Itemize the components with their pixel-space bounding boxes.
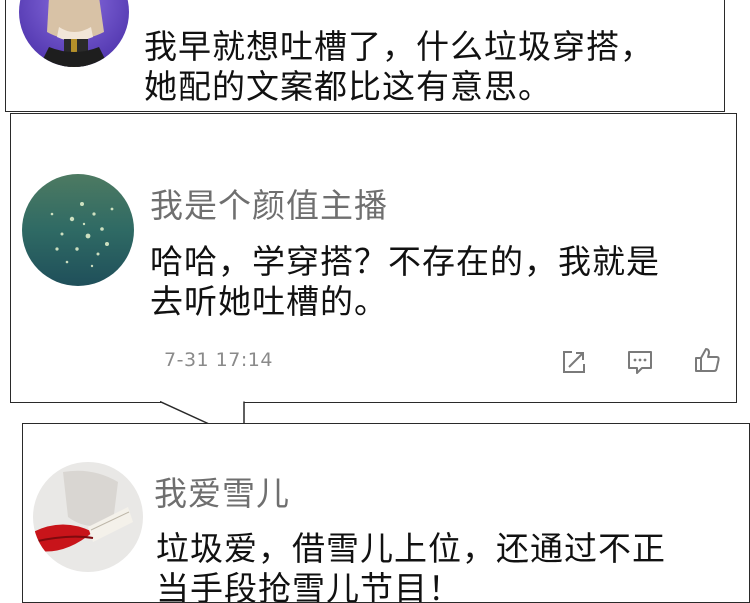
comment-text-line: 去听她吐槽的。: [150, 282, 388, 321]
comment-text-line: 我早就想吐槽了，什么垃圾穿搭，: [144, 27, 654, 66]
user-avatar[interactable]: [22, 174, 134, 286]
comment-text-line: 哈哈，学穿搭？不存在的，我就是: [150, 242, 660, 281]
reply-button[interactable]: [625, 347, 655, 377]
comment-text-line: 当手段抢雪儿节目！: [156, 569, 462, 603]
reply-icon: [628, 351, 652, 374]
comment-text: 哈哈，学穿搭？不存在的，我就是 去听她吐槽的。: [150, 242, 660, 322]
red-lips-avatar-icon: [33, 462, 143, 572]
like-icon: [695, 348, 720, 372]
username[interactable]: 我是个颜值主播: [150, 179, 388, 227]
user-avatar[interactable]: [33, 462, 143, 572]
sparkling-water-avatar-icon: [22, 174, 134, 286]
comment-text: 垃圾爱，借雪儿上位，还通过不正 当手段抢雪儿节目！: [156, 529, 666, 603]
comment-card-1: 我早就想吐槽了，什么垃圾穿搭， 她配的文案都比这有意思。: [5, 0, 725, 112]
comment-text: 我早就想吐槽了，什么垃圾穿搭， 她配的文案都比这有意思。: [144, 27, 654, 107]
comment-text-line: 她配的文案都比这有意思。: [144, 67, 552, 106]
comment-card-2: 我是个颜值主播 哈哈，学穿搭？不存在的，我就是 去听她吐槽的。 7-31 17:…: [10, 113, 737, 403]
like-button[interactable]: [692, 345, 722, 375]
user-avatar[interactable]: [19, 0, 129, 67]
timestamp: 7-31 17:14: [164, 349, 273, 371]
dog-photo-avatar-icon: [19, 0, 129, 67]
comment-card-3: 我爱雪儿 垃圾爱，借雪儿上位，还通过不正 当手段抢雪儿节目！: [22, 423, 750, 603]
comment-text-line: 垃圾爱，借雪儿上位，还通过不正: [156, 529, 666, 568]
share-icon: [563, 351, 585, 373]
share-button[interactable]: [559, 347, 589, 377]
username[interactable]: 我爱雪儿: [154, 467, 290, 515]
